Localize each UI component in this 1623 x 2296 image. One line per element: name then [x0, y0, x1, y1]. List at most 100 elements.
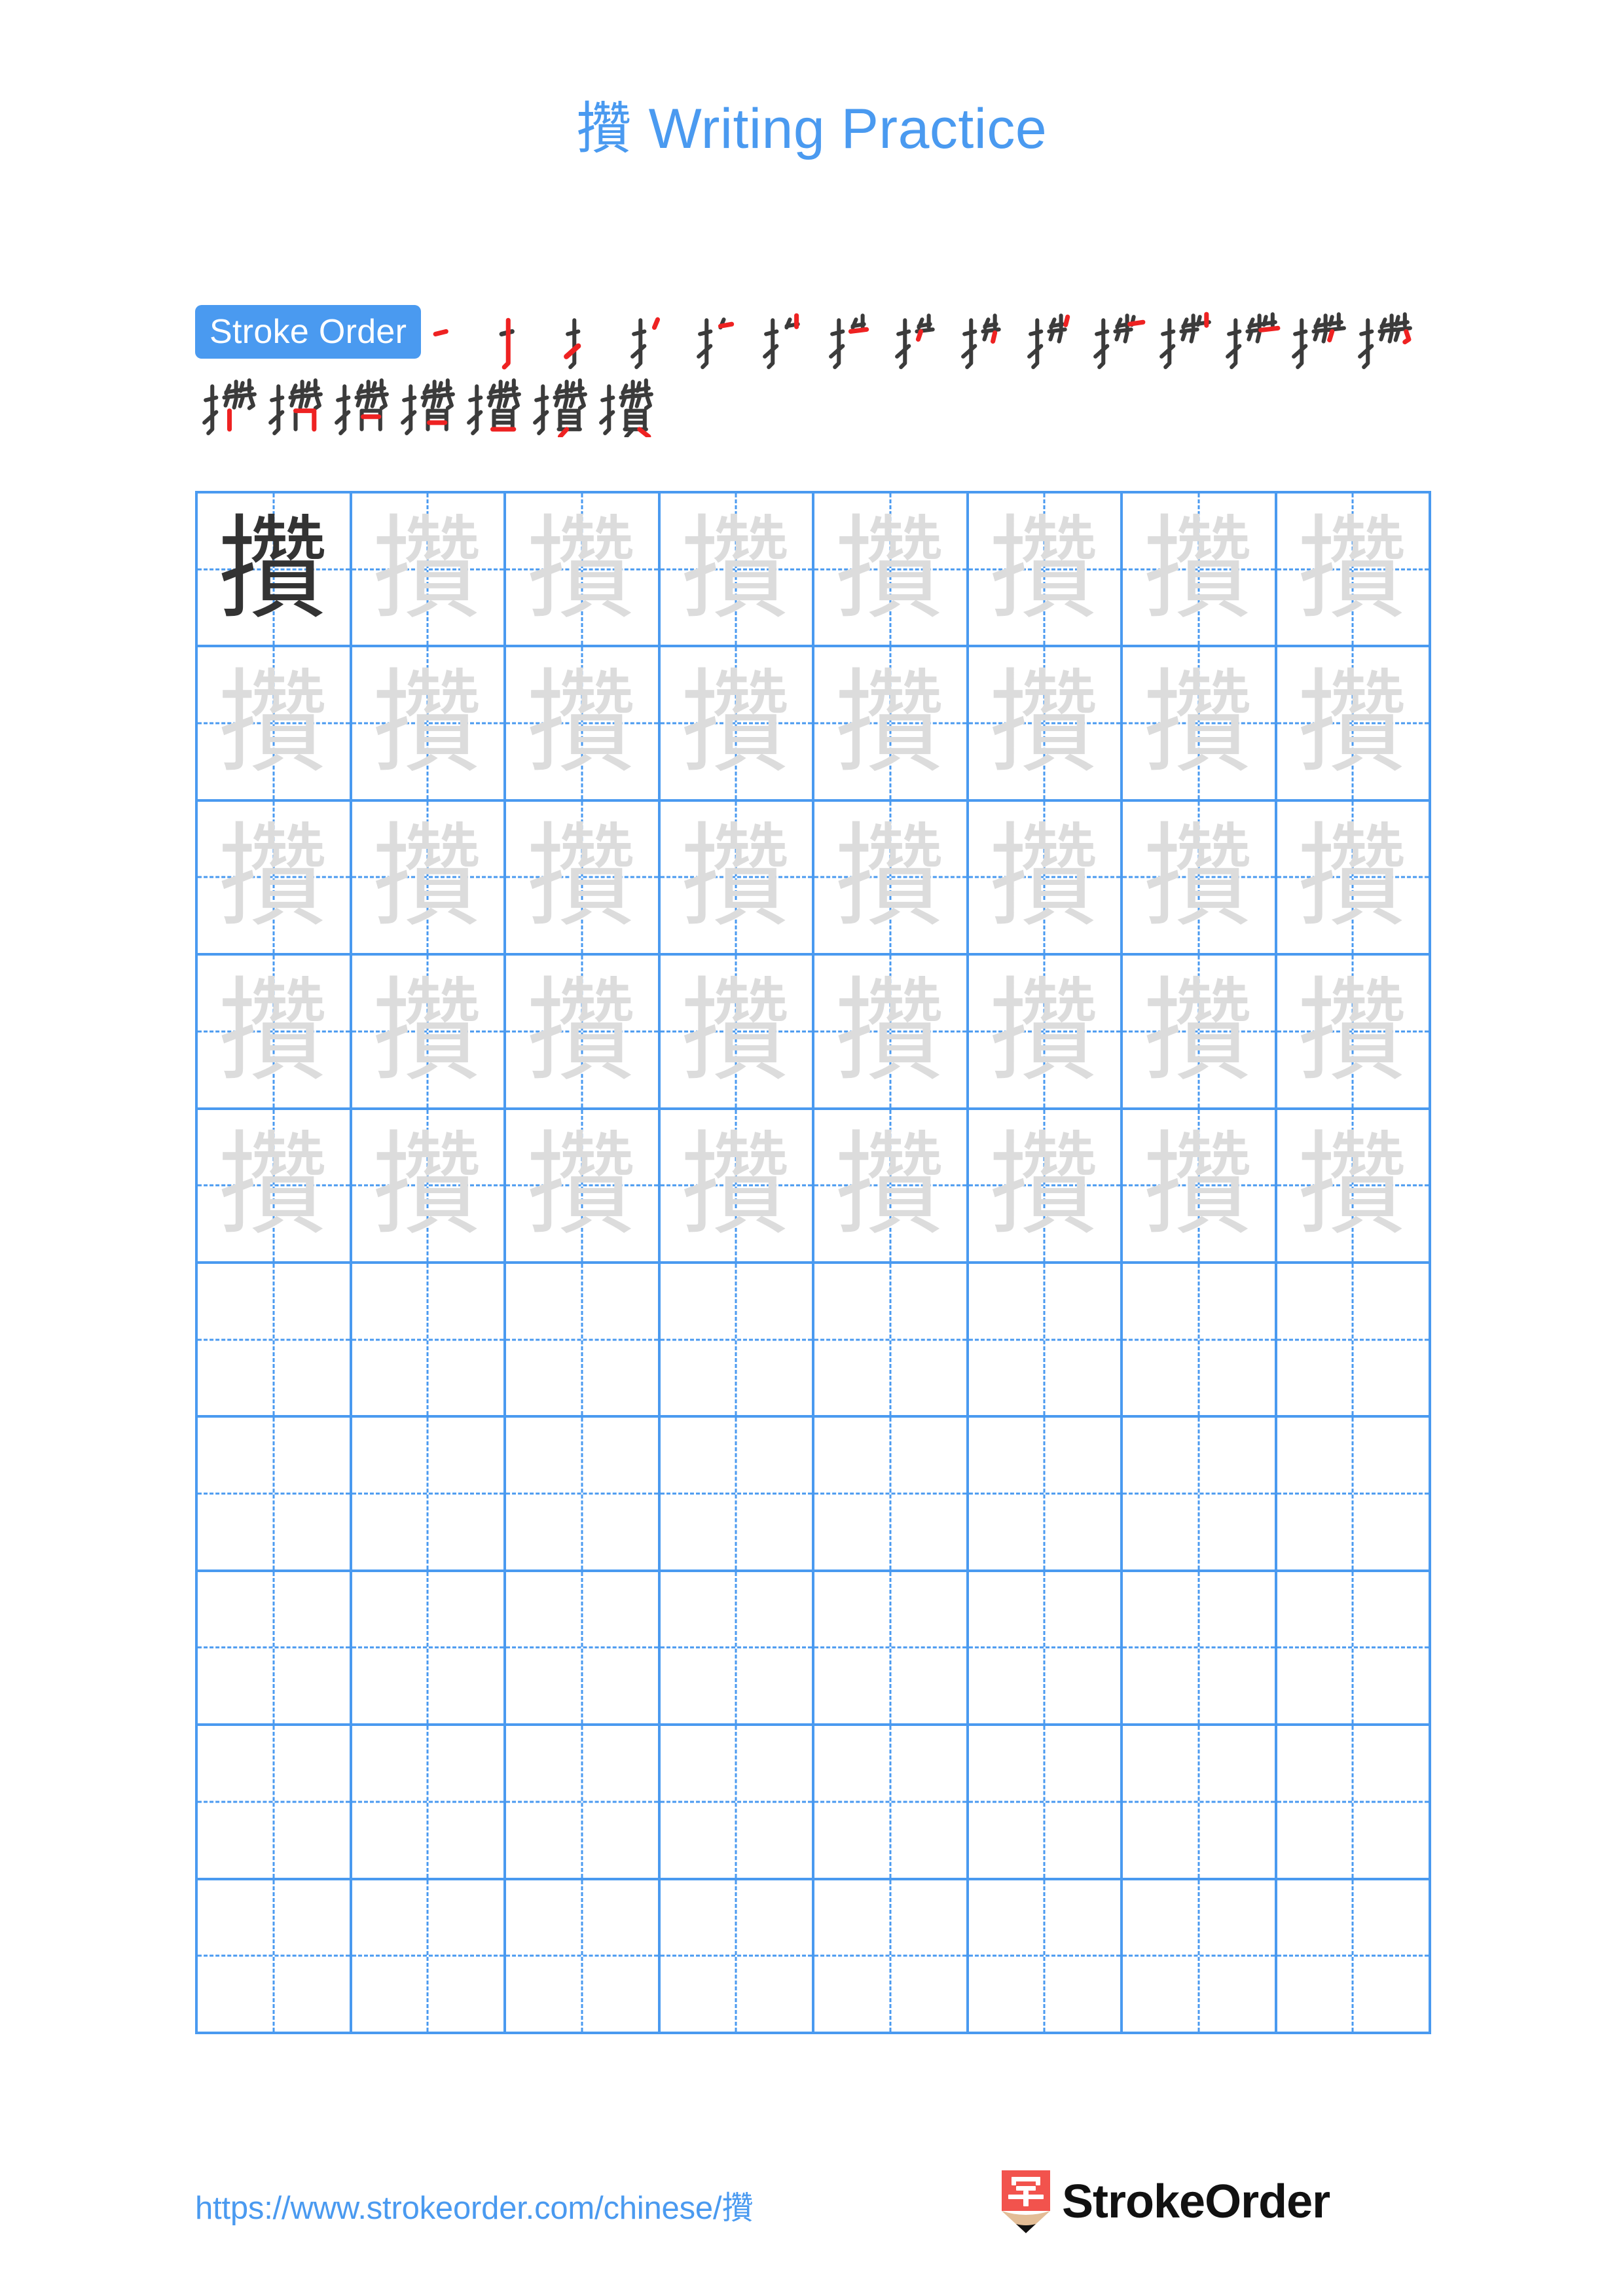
practice-cell[interactable] [352, 1263, 506, 1418]
practice-cell[interactable] [968, 1726, 1123, 1880]
practice-cell[interactable]: 攢 [968, 956, 1123, 1110]
practice-cell[interactable]: 攢 [814, 801, 969, 956]
practice-cell[interactable] [1277, 1571, 1431, 1727]
practice-cell[interactable] [506, 1263, 661, 1418]
stroke-step-4 [623, 305, 689, 371]
practice-cell[interactable]: 攢 [660, 493, 814, 648]
practice-cell[interactable]: 攢 [1277, 1109, 1431, 1264]
practice-cell[interactable]: 攢 [352, 801, 506, 956]
practice-cell[interactable]: 攢 [968, 801, 1123, 956]
practice-cell[interactable]: 攢 [352, 1109, 506, 1264]
practice-trace-character: 攢 [1296, 965, 1410, 1097]
practice-cell[interactable]: 攢 [814, 1109, 969, 1264]
practice-cell[interactable] [506, 1880, 661, 2034]
practice-cell[interactable] [1123, 1418, 1277, 1572]
practice-cell[interactable]: 攢 [352, 647, 506, 802]
practice-trace-character: 攢 [371, 965, 484, 1097]
practice-cell[interactable] [1277, 1726, 1431, 1880]
brand-name: StrokeOrder [1062, 2176, 1330, 2228]
practice-trace-character: 攢 [525, 657, 638, 789]
practice-cell[interactable]: 攢 [352, 493, 506, 648]
practice-cell[interactable] [352, 1726, 506, 1880]
practice-cell[interactable]: 攢 [660, 1109, 814, 1264]
practice-cell[interactable] [352, 1418, 506, 1572]
practice-cell[interactable]: 攢 [1277, 493, 1431, 648]
practice-cell[interactable] [1277, 1880, 1431, 2034]
practice-trace-character: 攢 [680, 965, 793, 1097]
practice-cell[interactable] [660, 1880, 814, 2034]
practice-cell[interactable] [1277, 1263, 1431, 1418]
practice-cell[interactable]: 攢 [506, 1109, 661, 1264]
practice-cell[interactable]: 攢 [814, 647, 969, 802]
practice-trace-character: 攢 [1296, 503, 1410, 635]
practice-cell[interactable] [814, 1571, 969, 1727]
practice-cell[interactable]: 攢 [506, 956, 661, 1110]
practice-cell[interactable]: 攢 [352, 956, 506, 1110]
practice-cell[interactable]: 攢 [1123, 647, 1277, 802]
practice-cell[interactable]: 攢 [660, 647, 814, 802]
practice-cell[interactable] [1123, 1571, 1277, 1727]
practice-cell[interactable]: 攢 [1123, 1109, 1277, 1264]
practice-cell[interactable] [506, 1418, 661, 1572]
practice-cell[interactable]: 攢 [506, 647, 661, 802]
practice-trace-character: 攢 [988, 811, 1101, 943]
practice-trace-character: 攢 [217, 811, 330, 943]
stroke-order-list: Stroke Order [195, 305, 1432, 437]
practice-cell[interactable]: 攢 [814, 956, 969, 1110]
practice-cell[interactable]: 攢 [198, 956, 352, 1110]
practice-cell[interactable] [968, 1418, 1123, 1572]
practice-cell[interactable] [1123, 1880, 1277, 2034]
practice-cell[interactable] [198, 1418, 352, 1572]
practice-cell[interactable]: 攢 [1277, 801, 1431, 956]
practice-trace-character: 攢 [1142, 503, 1255, 635]
practice-cell[interactable] [660, 1571, 814, 1727]
practice-cell[interactable]: 攢 [1277, 647, 1431, 802]
practice-trace-character: 攢 [833, 965, 947, 1097]
practice-cell[interactable]: 攢 [968, 647, 1123, 802]
practice-cell[interactable] [352, 1571, 506, 1727]
practice-cell[interactable] [814, 1263, 969, 1418]
practice-cell[interactable] [506, 1726, 661, 1880]
practice-trace-character: 攢 [1142, 811, 1255, 943]
stroke-step-9 [954, 305, 1020, 371]
practice-cell[interactable] [198, 1880, 352, 2034]
stroke-step-13 [1218, 305, 1285, 371]
practice-cell[interactable]: 攢 [198, 493, 352, 648]
practice-trace-character: 攢 [833, 811, 947, 943]
practice-cell[interactable]: 攢 [1277, 956, 1431, 1110]
practice-cell[interactable] [1277, 1418, 1431, 1572]
practice-cell[interactable] [814, 1418, 969, 1572]
practice-cell[interactable]: 攢 [660, 801, 814, 956]
practice-cell[interactable] [198, 1571, 352, 1727]
practice-cell[interactable]: 攢 [968, 493, 1123, 648]
practice-cell[interactable] [352, 1880, 506, 2034]
brand-logo[interactable]: StrokeOrder [1002, 2170, 1330, 2233]
practice-cell[interactable]: 攢 [1123, 801, 1277, 956]
practice-cell[interactable] [968, 1880, 1123, 2034]
practice-cell[interactable] [968, 1571, 1123, 1727]
practice-cell[interactable]: 攢 [814, 493, 969, 648]
practice-cell[interactable] [660, 1263, 814, 1418]
practice-cell[interactable]: 攢 [198, 1109, 352, 1264]
practice-cell[interactable]: 攢 [1123, 956, 1277, 1110]
practice-cell[interactable]: 攢 [506, 493, 661, 648]
practice-cell[interactable] [968, 1263, 1123, 1418]
practice-cell[interactable]: 攢 [198, 801, 352, 956]
stroke-step-17 [261, 371, 327, 437]
practice-cell[interactable] [660, 1726, 814, 1880]
practice-cell[interactable] [660, 1418, 814, 1572]
practice-cell[interactable] [814, 1880, 969, 2034]
practice-trace-character: 攢 [1296, 811, 1410, 943]
practice-cell[interactable]: 攢 [968, 1109, 1123, 1264]
source-url-link[interactable]: https://www.strokeorder.com/chinese/攢 [195, 2182, 754, 2229]
practice-cell[interactable] [198, 1263, 352, 1418]
practice-cell[interactable] [1123, 1726, 1277, 1880]
practice-cell[interactable] [814, 1726, 969, 1880]
practice-cell[interactable] [1123, 1263, 1277, 1418]
practice-cell[interactable]: 攢 [198, 647, 352, 802]
practice-cell[interactable]: 攢 [506, 801, 661, 956]
practice-cell[interactable] [506, 1571, 661, 1727]
practice-cell[interactable]: 攢 [660, 956, 814, 1110]
practice-cell[interactable]: 攢 [1123, 493, 1277, 648]
practice-cell[interactable] [198, 1726, 352, 1880]
